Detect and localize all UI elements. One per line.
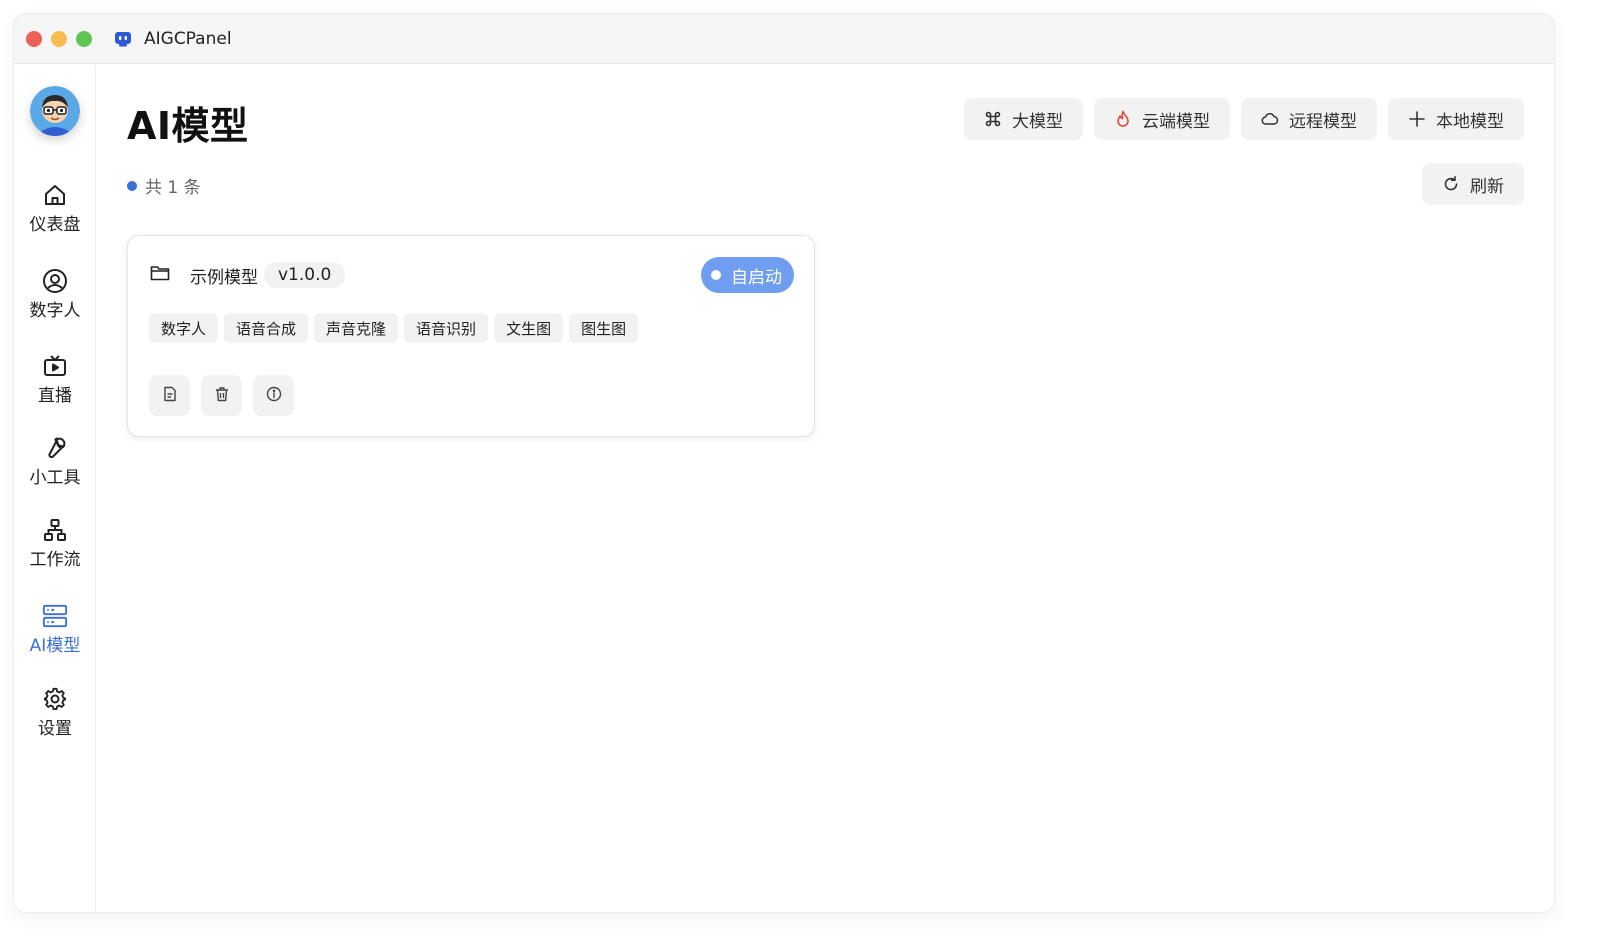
record-count: 共 1 条: [127, 173, 201, 198]
user-circle-icon: [42, 268, 68, 294]
sidebar-item-tools[interactable]: 小工具: [14, 435, 96, 488]
workflow-icon: [42, 517, 68, 543]
info-button[interactable]: [253, 375, 294, 416]
info-icon: [266, 386, 282, 406]
tv-icon: [42, 353, 68, 379]
autostart-label: 自启动: [731, 267, 782, 288]
count-dot: [127, 180, 137, 191]
local-model-label: 本地模型: [1436, 111, 1504, 132]
sidebar-item-digital-human[interactable]: 数字人: [14, 268, 96, 321]
wrench-icon: [42, 435, 68, 461]
refresh-button[interactable]: 刷新: [1422, 163, 1524, 205]
gear-icon: [42, 686, 68, 712]
app-logo-icon: [114, 30, 132, 48]
sidebar-item-workflow[interactable]: 工作流: [14, 517, 96, 570]
model-tag: 语音识别: [404, 313, 489, 343]
model-tag: 数字人: [149, 313, 219, 343]
large-model-label: 大模型: [1012, 111, 1063, 132]
cloud-icon: [1261, 110, 1279, 128]
page-title: AI模型: [127, 104, 249, 148]
autostart-toggle[interactable]: 自启动: [701, 257, 794, 293]
sidebar-item-settings[interactable]: 设置: [14, 686, 96, 739]
sidebar-item-label: 工作流: [29, 550, 81, 570]
folder-icon[interactable]: [150, 264, 170, 286]
sidebar-item-label: 数字人: [29, 301, 81, 321]
model-tags: 数字人 语音合成 声音克隆 语音识别 文生图 图生图: [149, 313, 639, 343]
log-button[interactable]: [149, 375, 190, 416]
refresh-label: 刷新: [1470, 176, 1504, 197]
model-card-header: 示例模型 v1.0.0: [150, 262, 346, 288]
maximize-window-button[interactable]: [76, 30, 92, 47]
toggle-dot: [711, 270, 721, 280]
app-window: AIGCPanel 仪表盘 数字人 直播 小工具 工作流 AI模型 设置 AI模…: [14, 14, 1554, 912]
model-tag: 图生图: [569, 313, 639, 343]
plus-icon: [1408, 110, 1426, 128]
model-name: 示例模型: [190, 267, 258, 288]
count-text: 共 1 条: [145, 178, 201, 198]
cloud-model-button[interactable]: 云端模型: [1094, 98, 1230, 140]
user-avatar[interactable]: [30, 86, 80, 136]
model-tag: 文生图: [494, 313, 564, 343]
file-text-icon: [162, 386, 178, 406]
model-tag: 声音克隆: [314, 313, 399, 343]
model-tag: 语音合成: [224, 313, 309, 343]
remote-model-label: 远程模型: [1289, 111, 1357, 132]
title-bar: AIGCPanel: [14, 14, 1554, 64]
model-card: 示例模型 v1.0.0 自启动 数字人 语音合成 声音克隆 语音识别 文生图 图…: [127, 235, 815, 437]
window-controls: [26, 30, 92, 47]
sidebar-item-ai-model[interactable]: AI模型: [14, 603, 96, 656]
app-title: AIGCPanel: [144, 28, 232, 49]
fire-icon: [1114, 110, 1132, 128]
cloud-model-label: 云端模型: [1142, 111, 1210, 132]
sidebar-item-label: AI模型: [29, 636, 81, 656]
sidebar-item-live[interactable]: 直播: [14, 353, 96, 406]
toolbar: 大模型 云端模型 远程模型 本地模型: [964, 98, 1524, 140]
home-icon: [42, 182, 68, 208]
remote-model-button[interactable]: 远程模型: [1241, 98, 1377, 140]
large-model-button[interactable]: 大模型: [964, 98, 1083, 140]
delete-button[interactable]: [201, 375, 242, 416]
sidebar-item-dashboard[interactable]: 仪表盘: [14, 182, 96, 235]
sidebar: 仪表盘 数字人 直播 小工具 工作流 AI模型 设置: [14, 65, 96, 912]
command-icon: [984, 110, 1002, 128]
local-model-button[interactable]: 本地模型: [1388, 98, 1524, 140]
minimize-window-button[interactable]: [51, 30, 67, 47]
sidebar-item-label: 直播: [38, 386, 72, 406]
trash-icon: [214, 386, 230, 406]
close-window-button[interactable]: [26, 30, 42, 47]
main-content: AI模型 大模型 云端模型 远程模型 本地模型 共 1 条 刷新 示例模型 v1…: [97, 65, 1554, 912]
server-icon: [42, 603, 68, 629]
sidebar-item-label: 小工具: [29, 468, 81, 488]
refresh-icon: [1442, 175, 1460, 193]
sidebar-item-label: 设置: [38, 719, 72, 739]
model-version-badge: v1.0.0: [264, 262, 346, 288]
model-actions: [149, 375, 294, 416]
sidebar-item-label: 仪表盘: [29, 215, 81, 235]
